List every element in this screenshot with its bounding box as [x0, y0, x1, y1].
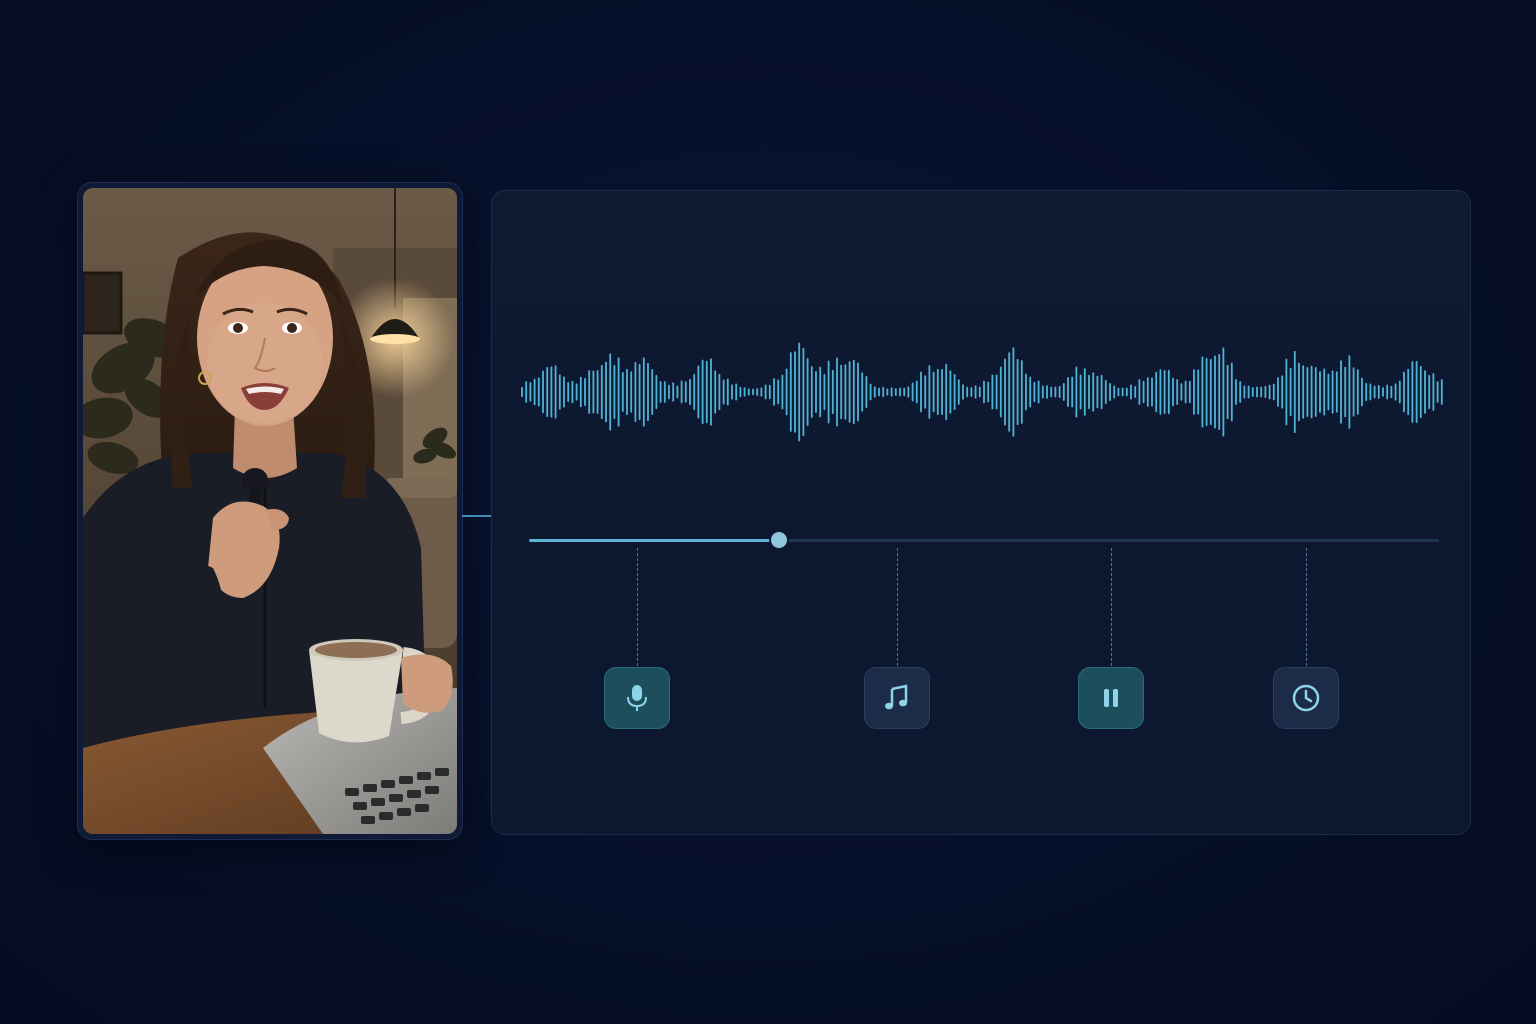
music-marker-button[interactable] — [863, 667, 930, 729]
pause-marker-button[interactable] — [1078, 667, 1145, 729]
audio-editor-panel — [491, 190, 1471, 835]
stage — [0, 0, 1536, 1024]
microphone-icon — [623, 683, 651, 713]
music-note-icon — [882, 683, 912, 713]
music-marker-line — [896, 548, 898, 666]
pause-icon — [1098, 685, 1124, 711]
playback-progress-fill — [529, 539, 780, 542]
speaker-video-image — [83, 188, 457, 834]
audio-waveform[interactable] — [520, 330, 1444, 454]
clock-marker-line — [1306, 548, 1308, 666]
clock-icon — [1290, 682, 1322, 714]
video-preview-card[interactable] — [78, 183, 462, 839]
video-frame[interactable] — [83, 188, 457, 834]
pause-marker-line — [1111, 548, 1113, 666]
clock-marker-button[interactable] — [1273, 667, 1340, 729]
mic-marker-button[interactable] — [604, 667, 671, 729]
playback-timeline[interactable] — [529, 532, 1439, 548]
mic-marker-line — [637, 548, 639, 666]
